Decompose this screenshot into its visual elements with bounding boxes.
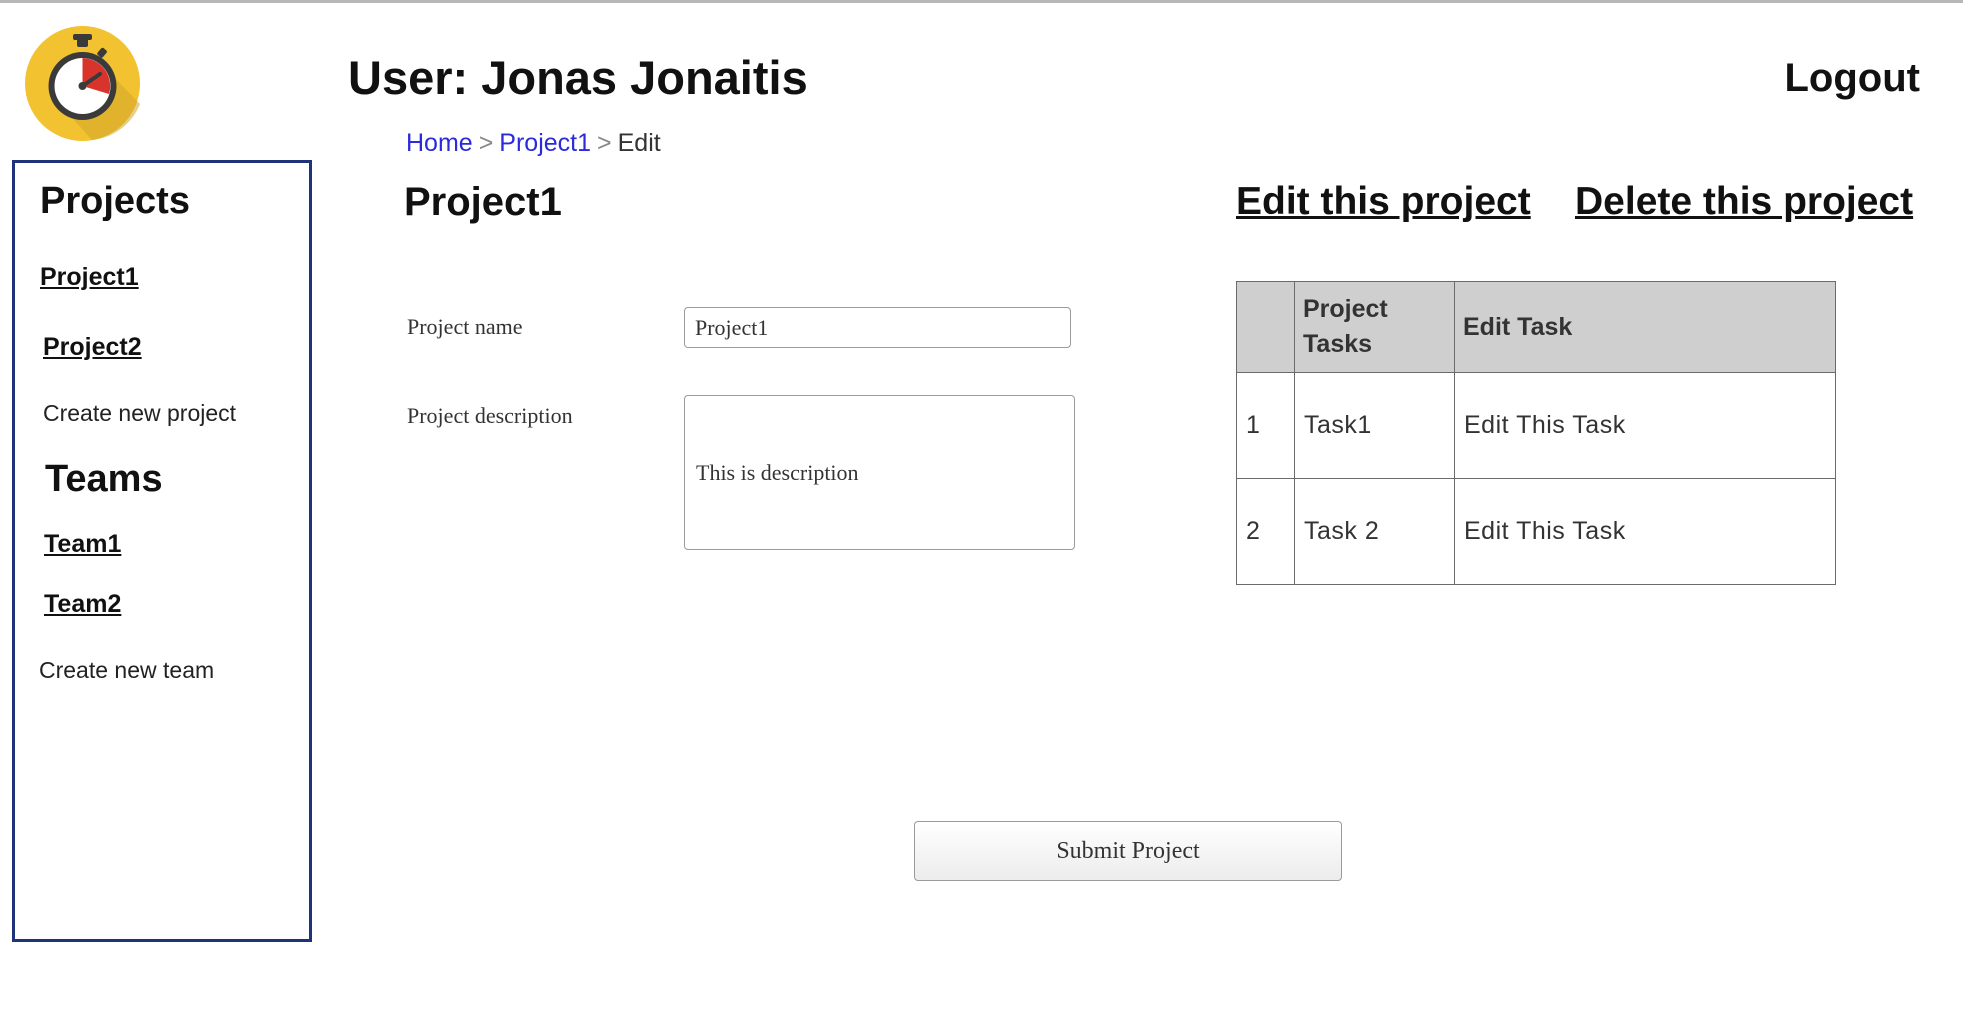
logout-link[interactable]: Logout bbox=[1785, 56, 1921, 101]
breadcrumb-current: Edit bbox=[617, 129, 661, 157]
tasks-table: Project Tasks Edit Task 1 Task1 Edit Thi… bbox=[1236, 281, 1836, 585]
column-header-project-tasks: Project Tasks bbox=[1294, 281, 1455, 373]
project-name-label: Project name bbox=[407, 314, 523, 339]
sidebar-item-project1[interactable]: Project1 bbox=[40, 263, 139, 292]
sidebar-item-team2[interactable]: Team2 bbox=[44, 590, 121, 619]
teams-heading: Teams bbox=[45, 458, 163, 500]
submit-project-button[interactable]: Submit Project bbox=[914, 821, 1342, 881]
column-header-number bbox=[1236, 281, 1295, 373]
page-title: Project1 bbox=[404, 180, 562, 224]
top-divider bbox=[0, 0, 1963, 3]
task-number: 2 bbox=[1236, 478, 1295, 585]
edit-task-link[interactable]: Edit This Task bbox=[1454, 372, 1836, 479]
column-header-edit-task: Edit Task bbox=[1454, 281, 1836, 373]
task-name: Task1 bbox=[1294, 372, 1455, 479]
table-header-row: Project Tasks Edit Task bbox=[1236, 281, 1836, 373]
breadcrumb-home[interactable]: Home bbox=[406, 129, 473, 157]
create-project-link[interactable]: Create new project bbox=[43, 400, 236, 427]
delete-project-link[interactable]: Delete this project bbox=[1575, 180, 1913, 224]
breadcrumb-project[interactable]: Project1 bbox=[499, 129, 591, 157]
user-title: User: Jonas Jonaitis bbox=[348, 51, 808, 104]
breadcrumb-separator: > bbox=[478, 129, 494, 157]
edit-task-link[interactable]: Edit This Task bbox=[1454, 478, 1836, 585]
table-row: 1 Task1 Edit This Task bbox=[1236, 372, 1836, 479]
stopwatch-icon bbox=[25, 26, 140, 141]
sidebar-item-team1[interactable]: Team1 bbox=[44, 530, 121, 559]
project-description-text: This is description bbox=[696, 459, 859, 485]
breadcrumb: Home > Project1 > Edit bbox=[406, 129, 661, 158]
breadcrumb-separator: > bbox=[597, 129, 612, 157]
sidebar: Projects Project1 Project2 Create new pr… bbox=[12, 160, 312, 942]
sidebar-item-project2[interactable]: Project2 bbox=[43, 333, 142, 362]
create-team-link[interactable]: Create new team bbox=[39, 657, 214, 684]
project-description-label: Project description bbox=[407, 403, 573, 428]
edit-project-link[interactable]: Edit this project bbox=[1236, 180, 1531, 224]
projects-heading: Projects bbox=[40, 180, 190, 222]
project-description-textarea[interactable]: This is description bbox=[684, 395, 1075, 550]
task-name: Task 2 bbox=[1294, 478, 1455, 585]
task-number: 1 bbox=[1236, 372, 1295, 479]
table-row: 2 Task 2 Edit This Task bbox=[1236, 478, 1836, 585]
project-name-input[interactable]: Project1 bbox=[684, 307, 1071, 348]
